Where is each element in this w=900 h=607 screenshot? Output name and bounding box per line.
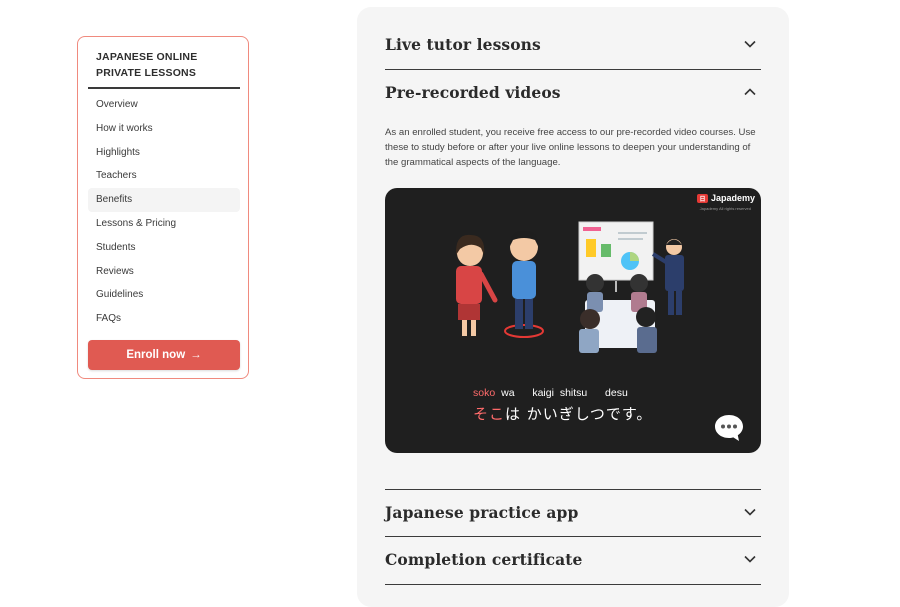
sidebar-title: JAPANESE ONLINE PRIVATE LESSONS [96,51,198,79]
accordion-item-live-tutor: Live tutor lessons [385,21,761,67]
accordion-title: Japanese practice app [385,502,579,522]
enroll-now-button[interactable]: Enroll now → [88,340,240,370]
accordion-title: Completion certificate [385,549,583,569]
accordion-header-practice-app[interactable]: Japanese practice app [385,489,761,535]
sidebar-item-students[interactable]: Students [88,236,240,260]
man-character-illustration [504,230,544,338]
kana-text: は かいぎしつです。 [505,405,653,423]
chevron-down-icon [743,37,757,51]
lesson-sidebar: JAPANESE ONLINE PRIVATE LESSONS Overview… [77,36,249,379]
romaji-subtitle: soko wa kaigi shitsu desu [473,387,628,399]
chevron-up-icon [743,85,757,99]
arrow-right-icon: → [190,349,202,361]
accordion-item-certificate: Completion certificate [385,536,761,582]
enroll-label: Enroll now [126,349,186,361]
japanese-subtitle: そこは かいぎしつです。 [473,403,652,424]
sidebar-item-faqs[interactable]: FAQs [88,307,240,331]
accordion-header-certificate[interactable]: Completion certificate [385,536,761,582]
sidebar-item-overview[interactable]: Overview [88,93,240,117]
accordion-title: Live tutor lessons [385,34,541,54]
romaji-word: wa [501,387,515,399]
chevron-down-icon [743,505,757,519]
lesson-video-player[interactable]: 日 Japademy Japademy All rights reserved [385,188,761,453]
accordion-item-practice-app: Japanese practice app [385,489,761,535]
accordion-header-live-tutor[interactable]: Live tutor lessons [385,21,761,67]
sidebar-divider [88,87,240,89]
sidebar-item-guidelines[interactable]: Guidelines [88,283,240,307]
lesson-illustration [455,221,684,353]
romaji-word: desu [605,387,628,399]
sidebar-item-benefits[interactable]: Benefits [88,188,240,212]
accordion-divider [385,584,761,585]
sidebar-nav: Overview How it works Highlights Teacher… [88,93,240,331]
sidebar-item-how-it-works[interactable]: How it works [88,117,240,141]
chevron-down-icon [743,552,757,566]
meeting-illustration [579,274,657,353]
kana-highlight: そこ [473,405,506,423]
presenter-illustration [651,239,684,315]
chat-bubble-icon[interactable] [713,413,745,443]
sidebar-item-reviews[interactable]: Reviews [88,260,240,284]
accordion-item-pre-recorded: Pre-recorded videos [385,69,761,115]
sidebar-item-lessons-pricing[interactable]: Lessons & Pricing [88,212,240,236]
sidebar-item-highlights[interactable]: Highlights [88,141,240,165]
romaji-word: kaigi shitsu [532,387,588,399]
romaji-word: soko [473,387,496,399]
benefits-accordion-panel: Live tutor lessons Pre-recorded videos A… [357,7,789,607]
sidebar-item-teachers[interactable]: Teachers [88,164,240,188]
accordion-title: Pre-recorded videos [385,82,561,102]
accordion-header-pre-recorded[interactable]: Pre-recorded videos [385,69,761,115]
woman-character-illustration [455,234,498,336]
accordion-description: As an enrolled student, you receive free… [385,127,756,168]
